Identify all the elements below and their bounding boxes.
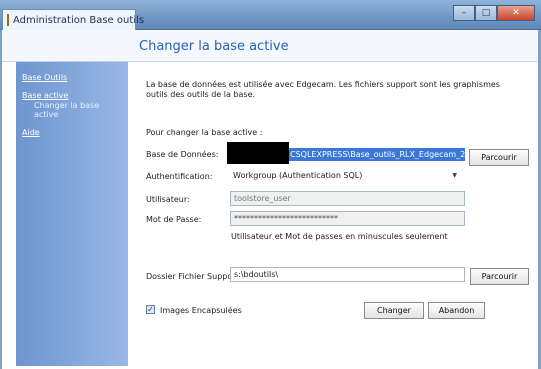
header-band: Changer la base active xyxy=(2,30,538,62)
change-prompt: Pour changer la base active : xyxy=(146,128,263,137)
images-label: Images Encapsulées xyxy=(160,306,242,315)
minimize-button[interactable]: – xyxy=(453,5,475,21)
sidebar-item-base-outils[interactable]: Base Outils xyxy=(22,73,67,82)
browse-folder-button[interactable]: Parcourir xyxy=(470,268,529,285)
page-title: Changer la base active xyxy=(139,39,289,54)
auth-select-value: Workgroup (Authentication SQL) xyxy=(233,171,363,180)
folder-field[interactable]: s:\bdoutils\ xyxy=(230,267,465,282)
auth-label: Authentification: xyxy=(146,172,213,181)
password-field[interactable]: ************************** xyxy=(230,211,465,226)
user-field[interactable]: toolstore_user xyxy=(230,191,465,206)
title-bar: Administration Base outils – □ ✕ xyxy=(0,0,541,30)
sidebar-item-base-active[interactable]: Base active xyxy=(22,91,68,100)
images-checkbox[interactable]: ✓ xyxy=(146,305,155,314)
window-title: Administration Base outils xyxy=(13,14,145,26)
password-label: Mot de Passe: xyxy=(146,215,202,224)
change-button[interactable]: Changer xyxy=(364,302,424,319)
chevron-down-icon: ▼ xyxy=(452,172,457,179)
window-left-border xyxy=(0,30,2,369)
description-text: La base de données est utilisée avec Edg… xyxy=(146,80,500,99)
sidebar: Base Outils Base active Changer la base … xyxy=(16,62,128,366)
window-title-tab: Administration Base outils xyxy=(2,9,144,30)
folder-label: Dossier Fichier Suppo xyxy=(146,272,233,281)
auth-select[interactable]: Workgroup (Authentication SQL) ▼ xyxy=(229,169,465,183)
checkmark-icon: ✓ xyxy=(147,305,154,314)
browse-db-button[interactable]: Parcourir xyxy=(469,149,529,166)
lowercase-note: Utilisateur et Mot de passes en minuscul… xyxy=(231,232,448,241)
db-field[interactable]: CSQLEXPRESS\Base_outils_RLX_Edgecam_2 xyxy=(289,148,465,161)
redaction-box xyxy=(227,142,289,164)
sidebar-item-aide[interactable]: Aide xyxy=(22,128,40,137)
app-icon xyxy=(7,14,9,26)
window-controls: – □ ✕ xyxy=(453,5,535,21)
db-label: Base de Données: xyxy=(146,150,219,159)
maximize-button[interactable]: □ xyxy=(475,5,497,21)
cancel-button[interactable]: Abandon xyxy=(428,302,485,319)
user-label: Utilisateur: xyxy=(146,195,190,204)
close-button[interactable]: ✕ xyxy=(497,5,535,21)
sidebar-item-changer-base[interactable]: Changer la base active xyxy=(34,101,124,119)
